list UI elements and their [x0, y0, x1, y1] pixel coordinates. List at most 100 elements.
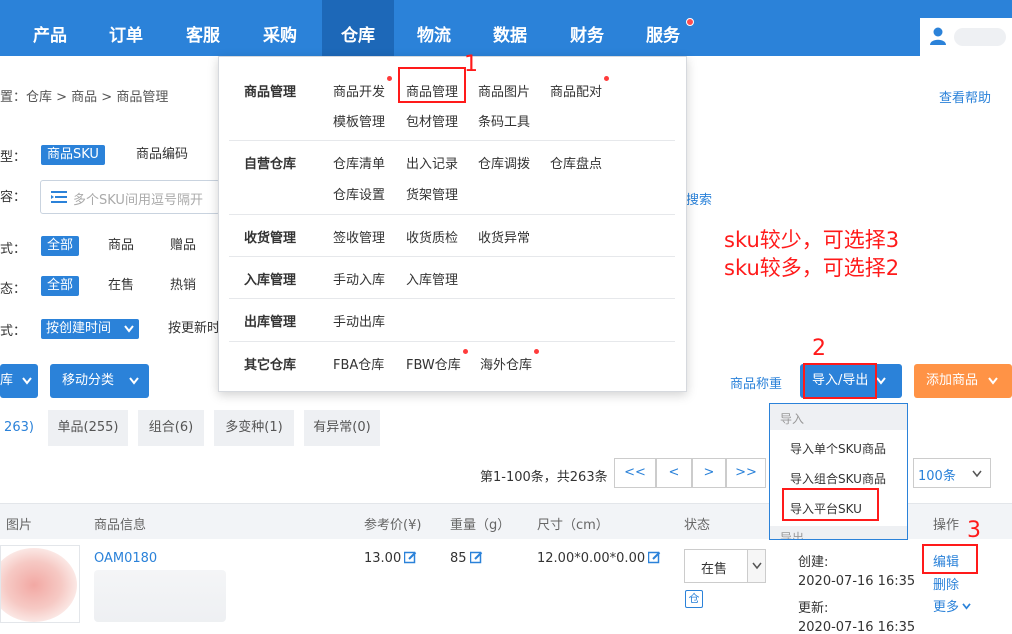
new-dot — [604, 76, 609, 81]
delete-link[interactable]: 删除 — [933, 574, 959, 593]
menu-item-manual-inbound[interactable]: 手动入库 — [333, 269, 385, 288]
tab-all[interactable]: 263) — [0, 410, 38, 446]
user-menu[interactable] — [920, 18, 1012, 56]
updated-time: 2020-07-16 16:35 — [798, 620, 916, 634]
page-last-button[interactable]: >> — [726, 458, 766, 488]
edit-icon[interactable] — [404, 551, 417, 564]
tab-abnormal[interactable]: 有异常(0) — [304, 410, 380, 446]
io-group-import: 导入 — [780, 412, 805, 426]
product-status-select[interactable]: 在售 — [684, 549, 766, 583]
col-info: 商品信息 — [94, 518, 147, 533]
menu-item-signoff[interactable]: 签收管理 — [333, 227, 385, 246]
nav-item-products[interactable]: 产品 — [14, 0, 86, 56]
chip-style-product[interactable]: 商品 — [102, 236, 140, 256]
help-link[interactable]: 查看帮助 — [939, 87, 991, 106]
nav-item-finance[interactable]: 财务 — [551, 0, 623, 56]
menu-item-fba[interactable]: FBA仓库 — [333, 354, 384, 373]
breadcrumb-prefix: 置： — [0, 90, 27, 105]
menu-item-stocktake[interactable]: 仓库盘点 — [550, 153, 602, 172]
chip-status-hot[interactable]: 热销 — [164, 276, 202, 296]
updated-label: 更新: — [798, 601, 829, 616]
menu-item-transfer[interactable]: 仓库调拨 — [478, 153, 530, 172]
menu-item-product-images[interactable]: 商品图片 — [478, 81, 530, 100]
sort-label: 式： — [0, 324, 27, 339]
import-combo-sku[interactable]: 导入组合SKU商品 — [790, 470, 886, 487]
sku-search-input[interactable]: 多个SKU间用逗号隔开 — [40, 180, 220, 214]
sort-select[interactable]: 按创建时间 — [41, 319, 139, 339]
col-image: 图片 — [6, 518, 33, 533]
menu-item-packaging[interactable]: 包材管理 — [406, 111, 458, 130]
highlight-box-1 — [398, 67, 466, 103]
created-label: 创建: — [798, 555, 829, 570]
chip-status-onsale[interactable]: 在售 — [102, 276, 140, 296]
product-sku-link[interactable]: OAM0180 — [94, 551, 157, 566]
import-single-sku[interactable]: 导入单个SKU商品 — [790, 440, 886, 457]
tab-combo[interactable]: 组合(6) — [138, 410, 204, 446]
chevron-down-icon — [876, 377, 886, 385]
breadcrumb: 置：仓库 > 商品 > 商品管理 — [0, 86, 168, 105]
menu-item-product-dev[interactable]: 商品开发 — [333, 81, 385, 100]
chip-style-all[interactable]: 全部 — [41, 236, 80, 256]
user-icon — [930, 27, 946, 45]
breadcrumb-path[interactable]: 仓库 > 商品 > 商品管理 — [26, 90, 168, 105]
page-first-button[interactable]: << — [614, 458, 656, 488]
chip-sku[interactable]: 商品SKU — [41, 145, 105, 165]
col-weight[interactable]: 重量（g） — [450, 514, 510, 533]
weigh-products-link[interactable]: 商品称重 — [730, 373, 782, 392]
warehouse-badge-icon[interactable]: 仓 — [685, 590, 703, 608]
chevron-down-icon — [752, 562, 762, 570]
edit-icon[interactable] — [648, 551, 661, 564]
move-category-button[interactable]: 移动分类 — [50, 364, 149, 398]
nav-item-orders[interactable]: 订单 — [90, 0, 162, 56]
menu-item-receive-exception[interactable]: 收货异常 — [478, 227, 530, 246]
highlight-box-import-platform — [782, 488, 879, 521]
col-size: 尺寸（cm） — [537, 518, 609, 533]
page-size-select[interactable]: 100条 — [913, 458, 991, 488]
nav-item-warehouse[interactable]: 仓库 — [322, 0, 394, 56]
nav-item-services[interactable]: 服务 — [627, 0, 699, 56]
menu-item-fbw[interactable]: FBW仓库 — [406, 354, 461, 373]
notification-dot — [686, 18, 694, 26]
warehouse-action-button[interactable]: 库 — [0, 364, 38, 398]
chip-style-gift[interactable]: 赠品 — [164, 236, 202, 256]
menu-item-product-pairing[interactable]: 商品配对 — [550, 81, 602, 100]
chevron-down-icon — [129, 377, 139, 385]
search-type-label: 型： — [0, 150, 27, 165]
product-status-value: 在售 — [701, 562, 728, 577]
menu-item-manual-outbound[interactable]: 手动出库 — [333, 311, 385, 330]
page-next-button[interactable]: > — [692, 458, 726, 488]
nav-item-service[interactable]: 客服 — [167, 0, 239, 56]
tab-variants[interactable]: 多变种(1) — [214, 410, 294, 446]
menu-item-barcode[interactable]: 条码工具 — [478, 111, 530, 130]
menu-item-warehouse-settings[interactable]: 仓库设置 — [333, 184, 385, 203]
col-price[interactable]: 参考价(¥) — [364, 514, 421, 533]
menu-item-overseas[interactable]: 海外仓库 — [480, 354, 532, 373]
annotation-number-2: 2 — [812, 336, 826, 361]
menu-item-qc[interactable]: 收货质检 — [406, 227, 458, 246]
menu-section-other: 其它仓库 FBA仓库 FBW仓库 海外仓库 — [229, 342, 675, 386]
page-prev-button[interactable]: < — [656, 458, 692, 488]
search-link[interactable]: 搜索 — [686, 189, 712, 208]
move-category-label: 移动分类 — [62, 373, 115, 388]
more-link[interactable]: 更多 — [933, 596, 971, 615]
product-weight: 85 — [450, 551, 483, 566]
chip-code[interactable]: 商品编码 — [130, 145, 194, 165]
new-dot — [463, 349, 468, 354]
menu-item-io-records[interactable]: 出入记录 — [406, 153, 458, 172]
menu-cat-outbound: 出库管理 — [244, 315, 297, 330]
chip-status-all[interactable]: 全部 — [41, 276, 80, 296]
nav-item-logistics[interactable]: 物流 — [398, 0, 470, 56]
menu-item-shelves[interactable]: 货架管理 — [406, 184, 458, 203]
menu-item-inbound-manage[interactable]: 入库管理 — [406, 269, 458, 288]
status-label: 态： — [0, 282, 27, 297]
tab-single[interactable]: 单品(255) — [48, 410, 128, 446]
product-image[interactable] — [0, 545, 80, 623]
edit-icon[interactable] — [469, 551, 483, 564]
sort-updated-option[interactable]: 按更新时 — [162, 319, 226, 339]
menu-item-templates[interactable]: 模板管理 — [333, 111, 385, 130]
menu-cat-inbound: 入库管理 — [244, 273, 297, 288]
nav-item-purchase[interactable]: 采购 — [244, 0, 316, 56]
menu-item-warehouse-list[interactable]: 仓库清单 — [333, 153, 385, 172]
nav-item-data[interactable]: 数据 — [474, 0, 546, 56]
add-product-button[interactable]: 添加商品 — [914, 364, 1012, 398]
